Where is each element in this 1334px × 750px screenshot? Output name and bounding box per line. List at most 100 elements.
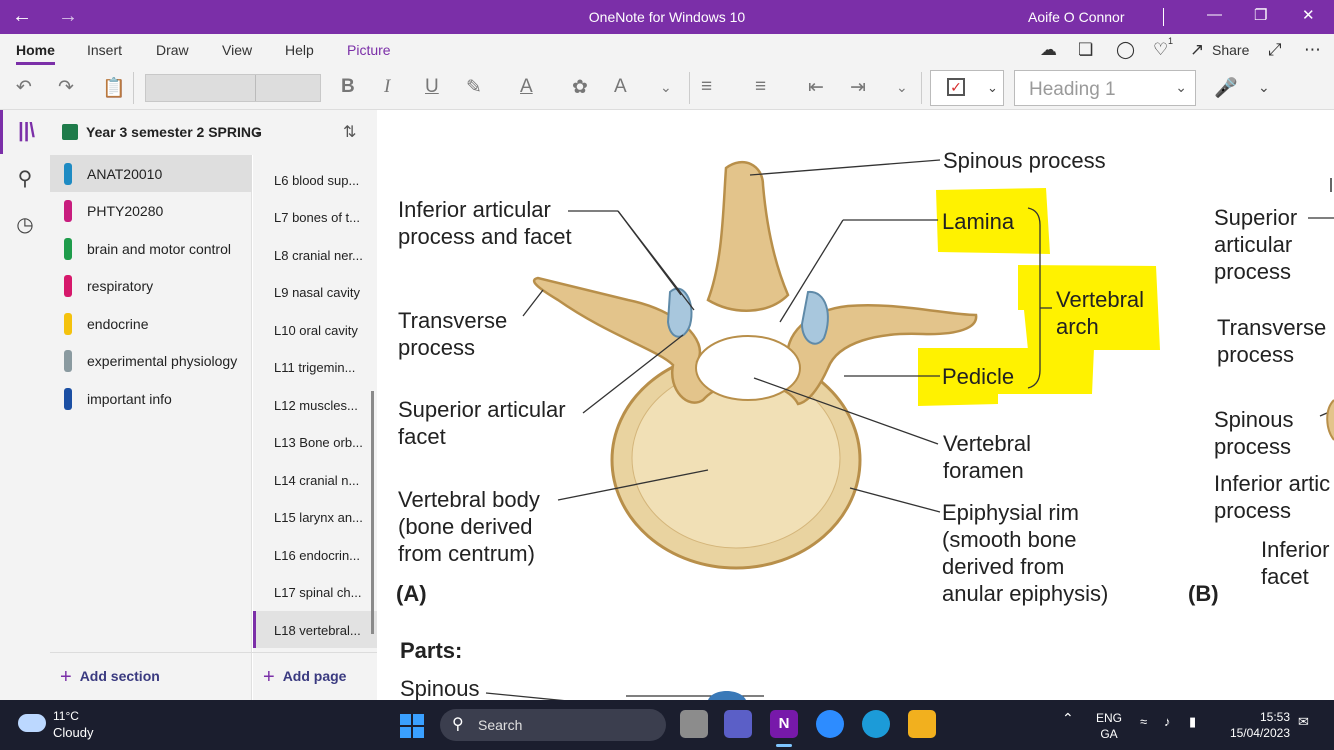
page-canvas[interactable]: Inferior articular process and facet Tra… <box>378 110 1334 700</box>
page-item[interactable]: L18 vertebral... <box>253 611 377 648</box>
checkbox-tag-icon: ✓ <box>947 78 965 96</box>
sort-icon[interactable]: ⇅ <box>343 122 356 142</box>
tab-help[interactable]: Help <box>285 42 314 58</box>
teams-chat-icon[interactable] <box>724 710 752 738</box>
clear-formatting-icon[interactable]: A <box>614 76 627 98</box>
notebooks-icon[interactable]: ||\ <box>0 110 50 154</box>
indent-icon[interactable]: ⇥ <box>850 76 866 99</box>
redo-icon[interactable]: ↷ <box>58 76 74 99</box>
dictate-microphone-icon[interactable]: 🎤 <box>1214 76 1238 100</box>
font-color-icon[interactable]: A <box>520 76 533 98</box>
tab-insert[interactable]: Insert <box>87 42 122 58</box>
underline-icon[interactable]: U <box>425 76 439 98</box>
wifi-icon[interactable]: ≈ <box>1140 714 1147 729</box>
section-item[interactable]: brain and motor control <box>50 230 252 267</box>
search-icon[interactable]: ⚲ <box>0 156 50 200</box>
windows-start-icon[interactable] <box>400 714 424 738</box>
page-item[interactable]: L11 trigemin... <box>253 348 377 385</box>
clock-time: 15:53 <box>1259 710 1290 724</box>
bold-icon[interactable]: B <box>341 76 355 98</box>
notes-item[interactable]: Spinous <box>400 675 480 700</box>
onenote-app-icon[interactable]: N <box>770 710 798 738</box>
section-item[interactable]: experimental physiology <box>50 342 252 379</box>
bullet-list-icon[interactable]: ≡ <box>701 76 712 98</box>
edge-browser-icon[interactable] <box>862 710 890 738</box>
divider <box>50 652 377 653</box>
notifications-icon[interactable]: ✉ <box>1298 714 1309 730</box>
page-item[interactable]: L13 Bone orb... <box>253 423 377 460</box>
font-selector[interactable] <box>145 74 321 102</box>
notebook-header[interactable]: Year 3 semester 2 SPRING ⌄ ⇅ <box>50 110 377 155</box>
cloud-icon[interactable] <box>18 714 46 732</box>
outdent-icon[interactable]: ⇤ <box>808 76 824 99</box>
page-item[interactable]: L7 bones of t... <box>253 198 377 235</box>
language-indicator[interactable]: ENG GA <box>1096 710 1122 742</box>
lightbulb-icon[interactable]: ◯ <box>1116 40 1135 60</box>
taskbar-search[interactable]: ⚲ Search <box>440 709 666 741</box>
share-button[interactable]: Share <box>1212 42 1249 58</box>
section-item[interactable]: PHTY20280 <box>50 192 252 229</box>
italic-icon[interactable]: I <box>384 76 390 98</box>
bell-icon[interactable]: ♡ <box>1153 40 1168 60</box>
spinous-process-shape <box>706 161 790 312</box>
page-item[interactable]: L16 endocrin... <box>253 536 377 573</box>
notebook-title[interactable]: Year 3 semester 2 SPRING <box>86 124 262 140</box>
section-item[interactable]: important info <box>50 380 252 417</box>
section-item[interactable]: ANAT20010 <box>50 155 252 192</box>
page-label: L17 spinal ch... <box>274 585 362 600</box>
add-page-button[interactable]: + Add page <box>263 664 346 688</box>
weather-temperature[interactable]: 11°C <box>53 709 79 723</box>
section-item[interactable]: endocrine <box>50 305 252 342</box>
tab-home[interactable]: Home <box>16 42 55 65</box>
label-b-transverse: Transverse process <box>1217 315 1327 367</box>
format-painter-icon[interactable]: ✿ <box>572 76 588 99</box>
page-item[interactable]: L8 cranial ner... <box>253 236 377 273</box>
pages-scrollbar[interactable] <box>371 391 374 634</box>
recent-clock-icon[interactable]: ◷ <box>0 202 50 246</box>
notes-heading[interactable]: Parts: <box>400 637 462 664</box>
chevron-down-icon[interactable]: ⌄ <box>253 124 263 138</box>
page-item[interactable]: L9 nasal cavity <box>253 273 377 310</box>
chevron-down-icon[interactable]: ⌄ <box>1258 79 1270 96</box>
style-selector[interactable]: Heading 1 ⌄ <box>1014 70 1196 106</box>
page-item[interactable]: L6 blood sup... <box>253 161 377 198</box>
undo-icon[interactable]: ↶ <box>16 76 32 99</box>
page-item[interactable]: L12 muscles... <box>253 386 377 423</box>
restore-icon[interactable]: ❐ <box>1254 6 1267 24</box>
minimize-icon[interactable]: — <box>1207 6 1222 23</box>
notebook-pages-icon[interactable]: ❏ <box>1078 40 1093 60</box>
expand-icon[interactable]: ⤢ <box>1268 40 1282 60</box>
page-item[interactable]: L10 oral cavity <box>253 311 377 348</box>
user-name[interactable]: Aoife O Connor <box>1028 9 1125 25</box>
numbered-list-icon[interactable]: ≡ <box>755 76 766 98</box>
add-section-button[interactable]: + Add section <box>60 664 160 688</box>
task-view-icon[interactable] <box>680 710 708 738</box>
sync-cloud-icon[interactable]: ☁ <box>1040 40 1057 60</box>
section-item[interactable]: respiratory <box>50 267 252 304</box>
file-explorer-icon[interactable] <box>908 710 936 738</box>
clock[interactable]: 15:53 15/04/2023 <box>1224 709 1290 741</box>
page-label: L7 bones of t... <box>274 210 361 225</box>
close-icon[interactable]: ✕ <box>1302 6 1315 24</box>
todo-tag-selector[interactable]: ✓ ⌄ <box>930 70 1004 106</box>
page-item[interactable]: L14 cranial n... <box>253 461 377 498</box>
clipboard-icon[interactable]: 📋 <box>102 76 126 100</box>
chevron-down-icon[interactable]: ⌄ <box>660 79 672 96</box>
sections-list: ANAT20010 PHTY20280 brain and motor cont… <box>50 155 252 700</box>
battery-icon[interactable]: ▮ <box>1189 714 1196 730</box>
share-icon[interactable]: ↗ <box>1190 40 1204 60</box>
weather-condition[interactable]: Cloudy <box>53 725 93 740</box>
tab-picture[interactable]: Picture <box>347 42 391 58</box>
chevron-up-icon[interactable]: ⌃ <box>1062 710 1074 727</box>
label-b-inferior-articular: Inferior artic process <box>1214 471 1331 523</box>
page-label: L14 cranial n... <box>274 473 360 488</box>
chevron-down-icon[interactable]: ⌄ <box>896 79 908 96</box>
volume-icon[interactable]: ♪ <box>1164 714 1171 729</box>
tab-view[interactable]: View <box>222 42 252 58</box>
highlighter-icon[interactable]: ✎ <box>466 76 482 99</box>
page-item[interactable]: L15 larynx an... <box>253 498 377 535</box>
tab-draw[interactable]: Draw <box>156 42 189 58</box>
zoom-app-icon[interactable] <box>816 710 844 738</box>
page-item[interactable]: L17 spinal ch... <box>253 573 377 610</box>
more-options-icon[interactable]: ⋯ <box>1304 40 1321 60</box>
